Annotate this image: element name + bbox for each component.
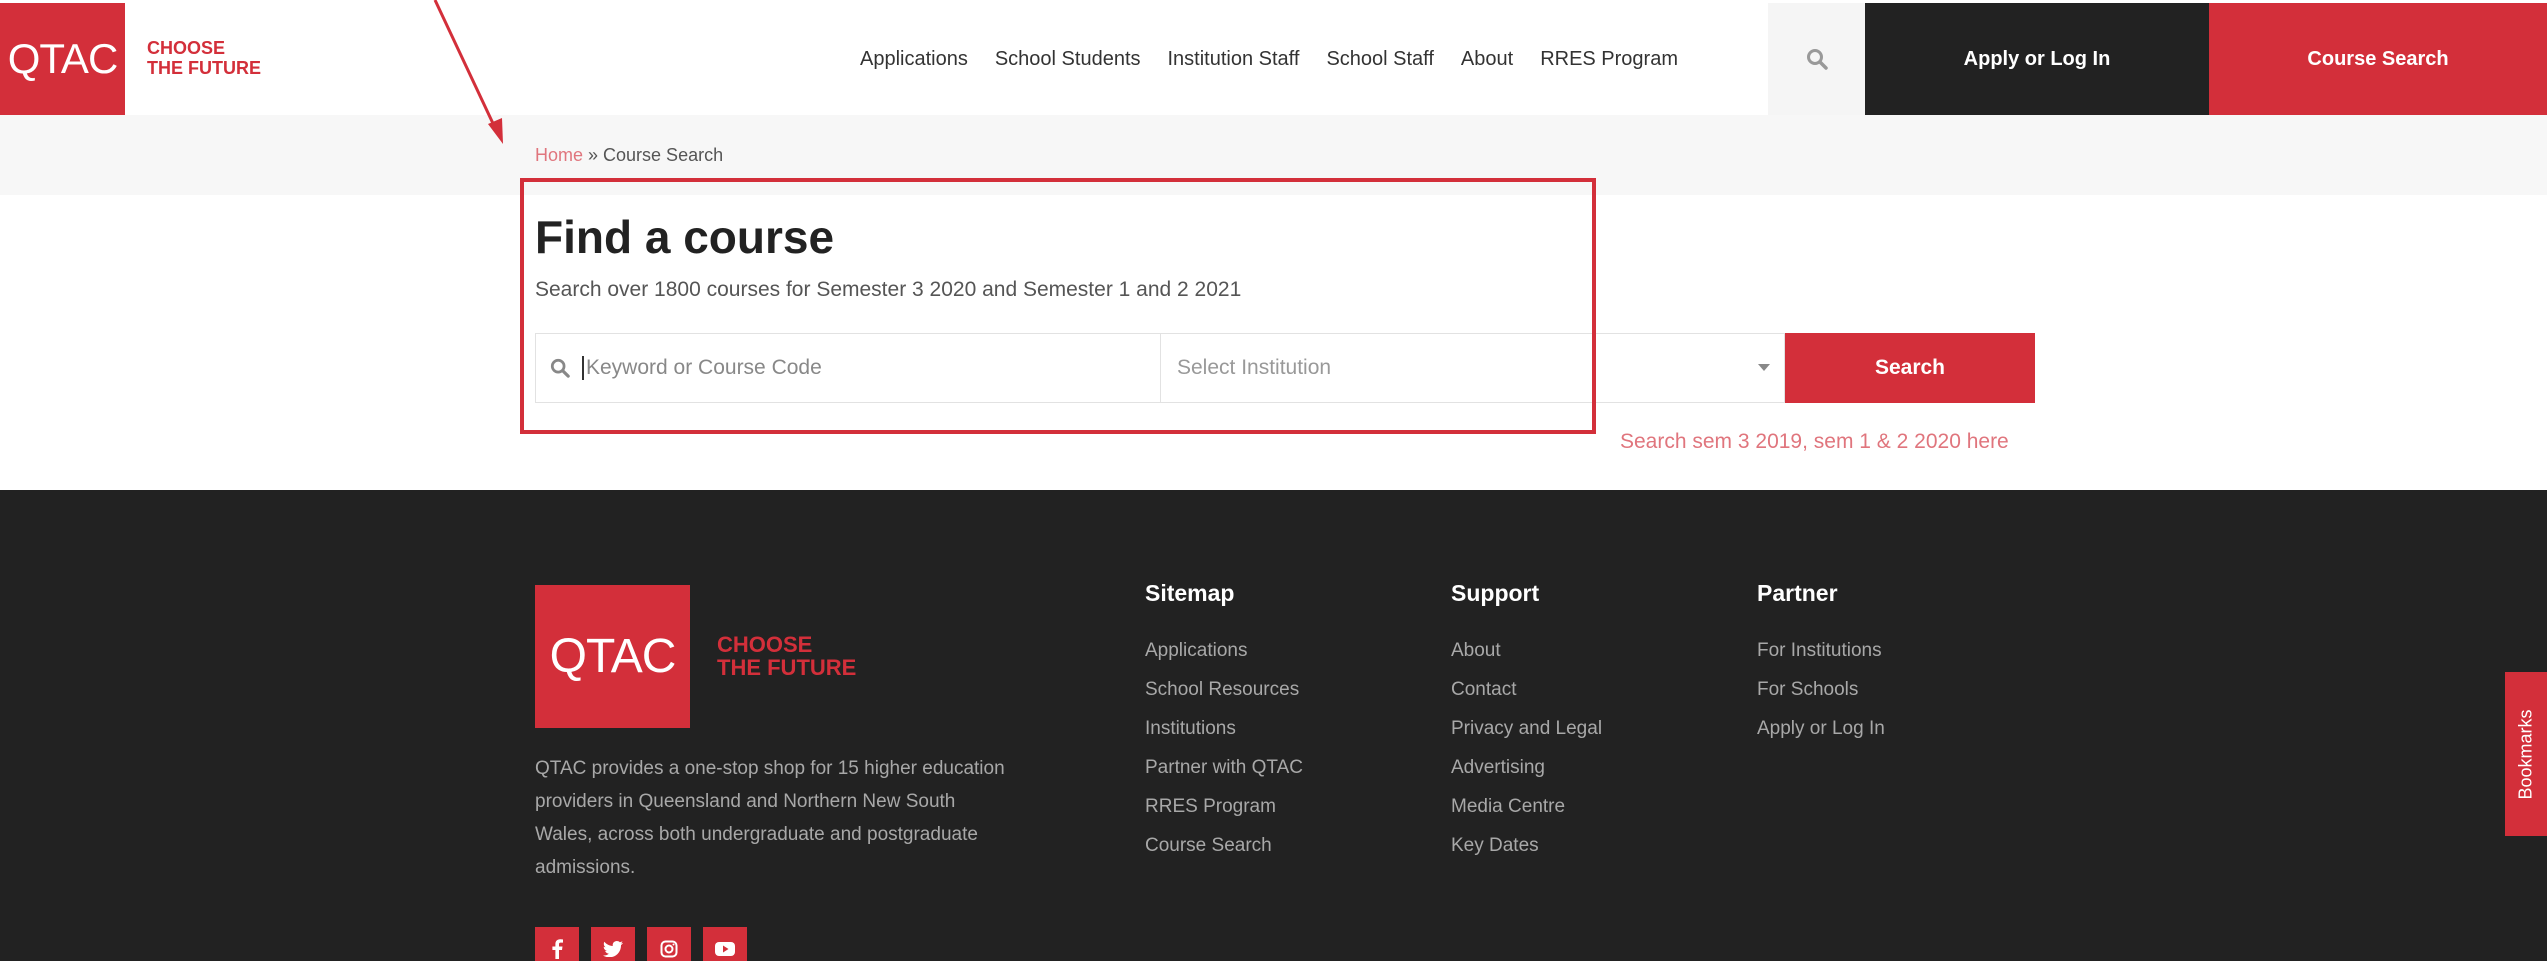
nav-about[interactable]: About [1461, 48, 1513, 71]
instagram-icon[interactable] [647, 927, 691, 961]
breadcrumb-separator: » [583, 145, 604, 165]
footer-link-about[interactable]: About [1451, 631, 1602, 670]
footer-link-school-resources[interactable]: School Resources [1145, 670, 1303, 709]
facebook-icon[interactable] [535, 927, 579, 961]
sitemap-heading: Sitemap [1145, 580, 1235, 606]
footer-link-course-search[interactable]: Course Search [1145, 826, 1303, 865]
site-header: QTAC CHOOSE THE FUTURE Applications Scho… [0, 3, 2547, 115]
footer-link-apply-login[interactable]: Apply or Log In [1757, 709, 1885, 748]
breadcrumb-current: Course Search [603, 145, 724, 165]
footer-link-applications[interactable]: Applications [1145, 631, 1303, 670]
footer-partner: Partner For Institutions For Schools App… [1757, 580, 1885, 748]
footer-logo-text: QTAC [549, 630, 677, 683]
nav-rres-program[interactable]: RRES Program [1540, 48, 1678, 71]
twitter-icon[interactable] [591, 927, 635, 961]
footer-link-media-centre[interactable]: Media Centre [1451, 787, 1602, 826]
footer-link-for-institutions[interactable]: For Institutions [1757, 631, 1885, 670]
apply-login-button[interactable]: Apply or Log In [1865, 3, 2209, 115]
nav-school-students[interactable]: School Students [995, 48, 1141, 71]
partner-heading: Partner [1757, 580, 1838, 606]
tagline-line-1: CHOOSE [147, 38, 226, 58]
footer-tagline-line-1: CHOOSE [717, 632, 813, 657]
header-search-button[interactable] [1768, 3, 1865, 115]
site-footer: QTAC CHOOSE THE FUTURE QTAC provides a o… [0, 490, 2547, 961]
footer-link-for-schools[interactable]: For Schools [1757, 670, 1885, 709]
footer-qtac-logo[interactable]: QTAC [535, 585, 690, 728]
footer-link-advertising[interactable]: Advertising [1451, 748, 1602, 787]
footer-tagline-line-2: THE FUTURE [717, 655, 857, 680]
course-search-button[interactable]: Course Search [2209, 3, 2547, 115]
nav-applications[interactable]: Applications [860, 48, 968, 71]
footer-sitemap: Sitemap Applications School Resources In… [1145, 580, 1303, 865]
footer-link-contact[interactable]: Contact [1451, 670, 1602, 709]
nav-school-staff[interactable]: School Staff [1326, 48, 1433, 71]
breadcrumb-home[interactable]: Home [535, 145, 583, 165]
youtube-icon[interactable] [703, 927, 747, 961]
footer-tagline: CHOOSE THE FUTURE [717, 633, 856, 679]
footer-link-partner-with-qtac[interactable]: Partner with QTAC [1145, 748, 1303, 787]
caret-down-icon [1758, 364, 1770, 371]
social-links [535, 927, 747, 961]
qtac-logo[interactable]: QTAC [0, 3, 125, 115]
main-nav: Applications School Students Institution… [860, 3, 1705, 115]
footer-link-rres-program[interactable]: RRES Program [1145, 787, 1303, 826]
nav-institution-staff[interactable]: Institution Staff [1168, 48, 1300, 71]
footer-support: Support About Contact Privacy and Legal … [1451, 580, 1602, 865]
previous-semesters-link[interactable]: Search sem 3 2019, sem 1 & 2 2020 here [1620, 430, 2009, 454]
bookmarks-label: Bookmarks [2515, 708, 2536, 800]
breadcrumb: Home » Course Search [535, 145, 723, 166]
footer-link-institutions[interactable]: Institutions [1145, 709, 1303, 748]
tagline-line-2: THE FUTURE [147, 58, 261, 78]
search-submit-button[interactable]: Search [1785, 333, 2035, 403]
bookmarks-tab[interactable]: Bookmarks [2505, 672, 2547, 836]
support-heading: Support [1451, 580, 1540, 606]
footer-description: QTAC provides a one-stop shop for 15 hig… [535, 758, 1005, 878]
footer-link-key-dates[interactable]: Key Dates [1451, 826, 1602, 865]
logo-tagline: CHOOSE THE FUTURE [147, 38, 261, 78]
footer-link-privacy-legal[interactable]: Privacy and Legal [1451, 709, 1602, 748]
highlight-box [520, 178, 1596, 434]
search-icon [1806, 49, 1828, 70]
logo-text: QTAC [7, 35, 119, 82]
